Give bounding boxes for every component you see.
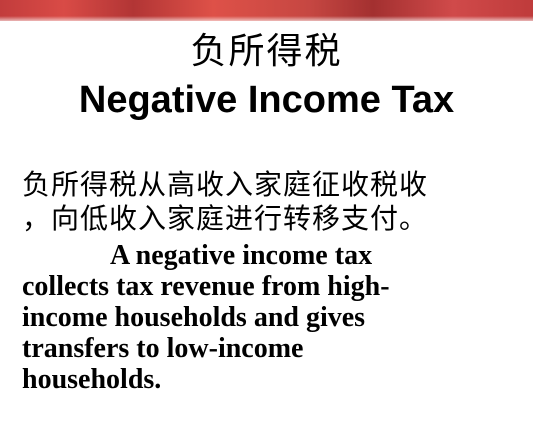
slide-title-chinese: 负所得税	[190, 31, 343, 72]
body-en-line-1: A negative income tax	[22, 240, 522, 271]
body-en-line-3: income households and gives	[22, 302, 366, 333]
slide-title-english: Negative Income Tax	[78, 79, 455, 121]
body-cn-line-2: ，向低收入家庭进行转移支付。	[22, 202, 429, 235]
top-band-fade	[0, 16, 533, 24]
body-en-line-5: households.	[22, 364, 162, 395]
body-text-english: A negative income tax collects tax reven…	[22, 240, 522, 395]
body-cn-line-1: 负所得税从高收入家庭征收税收	[22, 168, 429, 201]
body-en-line-2: collects tax revenue from high-	[22, 271, 390, 302]
body-en-line-1-text: A negative income tax	[110, 240, 373, 271]
body-en-line-4: transfers to low-income	[22, 333, 304, 364]
body-text-chinese: 负所得税从高收入家庭征收税收 ，向低收入家庭进行转移支付。	[22, 168, 528, 236]
